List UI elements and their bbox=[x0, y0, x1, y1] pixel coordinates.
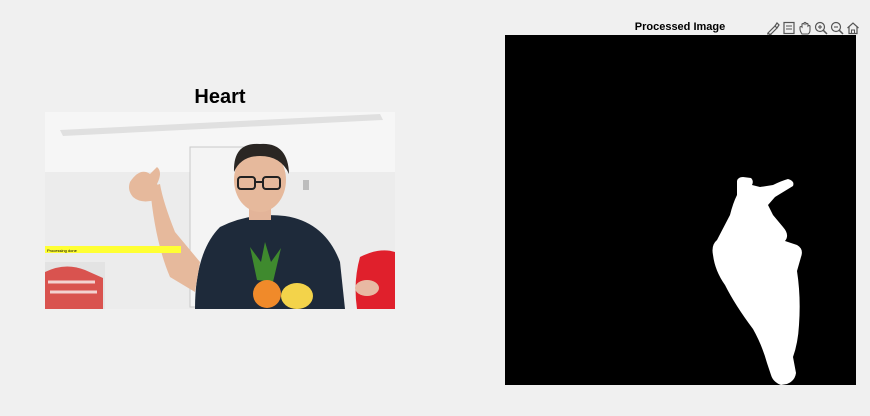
brush-button[interactable] bbox=[765, 20, 780, 36]
processed-image-title: Processed Image bbox=[634, 21, 726, 33]
zoom-in-icon bbox=[814, 21, 828, 35]
zoom-out-button[interactable] bbox=[829, 20, 844, 36]
data-tip-icon bbox=[782, 21, 795, 35]
pan-button[interactable] bbox=[797, 20, 812, 36]
data-tip-button[interactable] bbox=[781, 20, 796, 36]
processing-status-text: Processing done bbox=[47, 248, 77, 253]
webcam-image bbox=[45, 112, 395, 309]
processed-mask-image bbox=[505, 35, 856, 385]
brush-icon bbox=[766, 22, 780, 35]
zoom-out-icon bbox=[830, 21, 844, 35]
pan-hand-icon bbox=[798, 21, 811, 35]
home-icon bbox=[846, 22, 859, 35]
gesture-title: Heart bbox=[194, 86, 246, 108]
zoom-in-button[interactable] bbox=[813, 20, 828, 36]
restore-view-button[interactable] bbox=[845, 20, 860, 36]
